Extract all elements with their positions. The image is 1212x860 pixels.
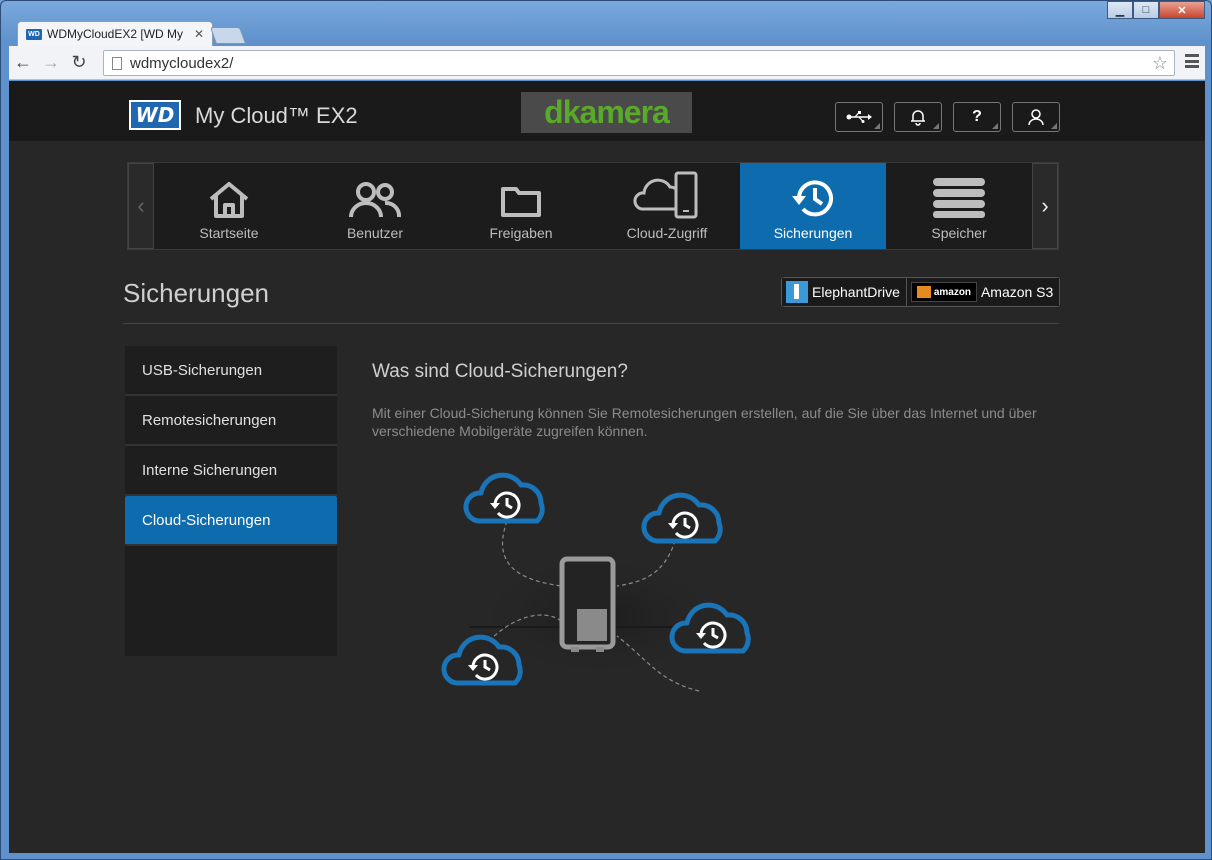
nav-item-label: Startseite xyxy=(199,225,259,241)
dkamera-watermark: dkamera xyxy=(521,92,692,133)
amazon-aws-icon: amazon xyxy=(910,282,977,302)
back-button[interactable]: ← xyxy=(9,49,37,77)
backup-sidebar: USB-Sicherungen Remotesicherungen Intern… xyxy=(125,346,337,656)
nav-next-arrow-icon[interactable]: › xyxy=(1032,163,1058,249)
new-tab-button[interactable] xyxy=(209,27,247,44)
window-controls: ▁ □ ✕ xyxy=(1107,1,1205,19)
content-description: Mit einer Cloud-Sicherung können Sie Rem… xyxy=(372,405,1037,439)
header-icon-group: ? xyxy=(835,102,1060,132)
close-button[interactable]: ✕ xyxy=(1159,1,1205,19)
sidebar-item-cloud-backups[interactable]: Cloud-Sicherungen xyxy=(125,496,337,546)
provider-label: ElephantDrive xyxy=(812,284,900,300)
tab-close-icon[interactable]: ✕ xyxy=(194,27,204,41)
nas-device-icon xyxy=(559,556,616,652)
tab-strip: WD WDMyCloudEX2 [WD My ✕ xyxy=(9,21,1205,46)
nav-item-label: Cloud-Zugriff xyxy=(626,225,708,241)
sidebar-item-usb-backups[interactable]: USB-Sicherungen xyxy=(125,346,337,396)
amazon-s3-button[interactable]: amazon Amazon S3 xyxy=(905,278,1060,306)
backup-icon xyxy=(792,180,833,217)
cloud-provider-buttons: ElephantDrive amazon Amazon S3 xyxy=(781,277,1061,307)
cloud-backup-illustration xyxy=(429,461,769,692)
product-name: My Cloud™ EX2 xyxy=(195,103,358,128)
users-icon xyxy=(349,182,402,218)
nav-prev-arrow-icon[interactable]: ‹ xyxy=(128,163,154,249)
web-page: WD My Cloud™ EX2 dkamera ? ‹ Startseite … xyxy=(9,81,1205,853)
wd-favicon-icon: WD xyxy=(26,28,42,40)
provider-label: Amazon S3 xyxy=(980,284,1054,300)
nav-item-home[interactable]: Startseite xyxy=(156,163,302,249)
nav-item-label: Benutzer xyxy=(346,225,404,241)
app-header: WD My Cloud™ EX2 dkamera ? xyxy=(9,81,1205,141)
sidebar-item-remote-backups[interactable]: Remotesicherungen xyxy=(125,396,337,446)
user-icon[interactable] xyxy=(1012,102,1060,132)
title-divider xyxy=(123,323,1059,324)
folder-icon xyxy=(501,187,541,217)
nav-item-label: Freigaben xyxy=(489,225,553,241)
browser-toolbar: ← → ↻ wdmycloudex2/ ☆ xyxy=(9,46,1205,80)
content-title: Was sind Cloud-Sicherungen? xyxy=(372,361,628,382)
nav-item-users[interactable]: Benutzer xyxy=(302,163,448,249)
help-icon[interactable]: ? xyxy=(953,102,1001,132)
maximize-button[interactable]: □ xyxy=(1133,1,1159,19)
home-icon xyxy=(209,182,249,218)
page-icon xyxy=(112,56,122,70)
url-text[interactable]: wdmycloudex2/ xyxy=(130,55,233,72)
elephantdrive-icon xyxy=(786,281,808,303)
wd-logo: WD xyxy=(129,100,181,130)
elephantdrive-button[interactable]: ElephantDrive xyxy=(782,278,906,306)
nav-item-label: Speicher xyxy=(931,225,987,241)
browser-menu-icon[interactable] xyxy=(1185,54,1199,68)
nav-item-shares[interactable]: Freigaben xyxy=(448,163,594,249)
storage-icon xyxy=(933,178,985,218)
nav-item-storage[interactable]: Speicher xyxy=(886,163,1032,249)
cloud-device-icon xyxy=(633,171,698,219)
nav-items: Startseite Benutzer Freigaben Cloud-Zugr… xyxy=(156,163,1032,249)
sidebar-item-internal-backups[interactable]: Interne Sicherungen xyxy=(125,446,337,496)
bookmark-star-icon[interactable]: ☆ xyxy=(1152,53,1168,74)
usb-icon[interactable] xyxy=(835,102,883,132)
cloud-backup-icon xyxy=(644,495,720,541)
browser-window: ▁ □ ✕ WD WDMyCloudEX2 [WD My ✕ ← → ↻ wdm… xyxy=(0,0,1212,860)
nav-item-label: Sicherungen xyxy=(773,225,853,241)
browser-tab[interactable]: WD WDMyCloudEX2 [WD My ✕ xyxy=(17,21,213,46)
cloud-backup-icon xyxy=(466,475,542,521)
forward-button[interactable]: → xyxy=(37,49,65,77)
main-navigation: ‹ Startseite Benutzer Freigaben Cloud-Zu… xyxy=(127,162,1059,250)
nav-item-backups[interactable]: Sicherungen xyxy=(740,163,886,249)
bell-icon[interactable] xyxy=(894,102,942,132)
tab-title: WDMyCloudEX2 [WD My xyxy=(47,27,184,41)
reload-button[interactable]: ↻ xyxy=(65,49,93,77)
minimize-button[interactable]: ▁ xyxy=(1107,1,1133,19)
nav-item-cloud-access[interactable]: Cloud-Zugriff xyxy=(594,163,740,249)
page-title: Sicherungen xyxy=(123,278,269,308)
address-bar[interactable]: wdmycloudex2/ ☆ xyxy=(103,50,1175,76)
